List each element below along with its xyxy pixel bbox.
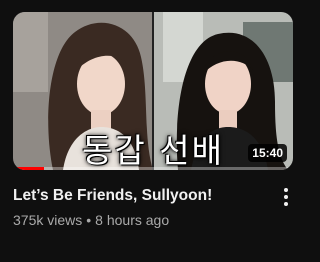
duration-badge: 15:40: [248, 144, 287, 162]
video-title[interactable]: Let’s Be Friends, Sullyoon!: [13, 186, 263, 206]
more-dot: [284, 195, 288, 199]
meta-separator: •: [86, 212, 92, 228]
more-dot: [284, 188, 288, 192]
view-count: 375k views: [13, 212, 83, 228]
watch-progress-bar: [13, 167, 293, 170]
video-thumbnail[interactable]: 동갑 선배 15:40: [13, 12, 293, 170]
watch-progress-fill: [13, 167, 44, 170]
more-vert-icon[interactable]: [278, 186, 294, 208]
more-dot: [284, 202, 288, 206]
video-card[interactable]: 동갑 선배 15:40 Let’s Be Friends, Sullyoon! …: [0, 0, 305, 262]
video-metadata: 375k views • 8 hours ago: [13, 211, 263, 229]
upload-age: 8 hours ago: [95, 212, 170, 228]
